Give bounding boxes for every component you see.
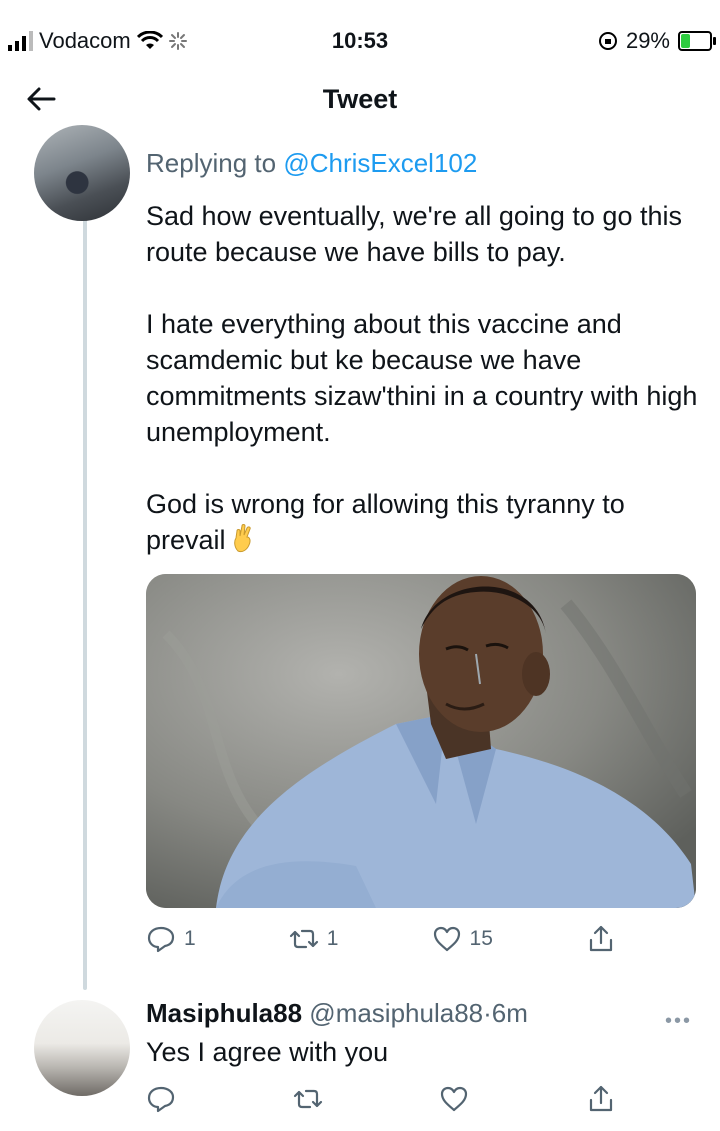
retweet-icon: [293, 1089, 322, 1109]
like-button[interactable]: 15: [432, 924, 493, 954]
more-options-icon[interactable]: •••: [665, 1010, 692, 1033]
replying-handle-link[interactable]: @ChrisExcel102: [283, 148, 477, 178]
share-icon: [589, 925, 613, 952]
tweet-paragraph: God is wrong for allowing this tyranny t…: [146, 489, 633, 555]
avatar[interactable]: [34, 1000, 130, 1096]
heart-icon: [441, 1086, 468, 1112]
tweet-image[interactable]: [146, 574, 696, 908]
share-icon: [589, 1085, 613, 1112]
tweet-paragraph-last: God is wrong for allowing this tyranny t…: [146, 486, 706, 558]
page-title: Tweet: [322, 84, 398, 114]
reply-button[interactable]: 1: [146, 924, 196, 954]
reply-author-handle[interactable]: @masiphula88: [309, 998, 483, 1028]
battery-fill: [681, 34, 690, 48]
reply-icon: [147, 1086, 175, 1113]
retweet-count: 1: [326, 927, 339, 950]
like-button[interactable]: [439, 1084, 469, 1114]
retweet-button[interactable]: [293, 1084, 323, 1114]
reply-button[interactable]: [146, 1084, 176, 1114]
like-count: 15: [469, 927, 493, 950]
reply-action-bar: [146, 1084, 616, 1114]
status-bar: Vodacom 10:53 29%: [0, 0, 720, 80]
avatar[interactable]: [34, 125, 130, 221]
replying-to: Replying to @ChrisExcel102: [146, 146, 706, 180]
tweet-body: Replying to @ChrisExcel102 Sad how event…: [146, 146, 706, 558]
tweet-paragraph: I hate everything about this vaccine and…: [146, 309, 705, 447]
share-button[interactable]: [586, 924, 616, 954]
share-button[interactable]: [586, 1084, 616, 1114]
battery-charging-icon: [678, 31, 716, 51]
tweet-action-bar: 1 1 15: [146, 924, 616, 954]
heart-icon: [433, 926, 460, 952]
retweet-icon: [289, 929, 318, 949]
reply-timestamp: 6m: [491, 998, 528, 1028]
reply-icon: [147, 926, 175, 953]
crying-man-illustration: [146, 574, 696, 908]
reply-count: 1: [184, 927, 196, 950]
top-nav: Tweet: [0, 70, 720, 128]
reply-header: Masiphula88 @masiphula88·6m: [146, 996, 528, 1030]
reply-separator: ·: [483, 998, 492, 1028]
battery-percent: 29%: [625, 28, 670, 53]
tweet-paragraph: Sad how eventually, we're all going to g…: [146, 201, 690, 267]
retweet-button[interactable]: 1: [289, 924, 339, 954]
orientation-lock-icon: [598, 32, 617, 50]
replying-prefix: Replying to: [146, 148, 277, 178]
reply-text: Yes I agree with you: [146, 1037, 389, 1067]
reply-author-name[interactable]: Masiphula88: [146, 998, 302, 1028]
crossed-fingers-emoji: [233, 524, 251, 553]
thread-connector-line: [83, 210, 87, 990]
status-right: 29%: [598, 28, 716, 54]
